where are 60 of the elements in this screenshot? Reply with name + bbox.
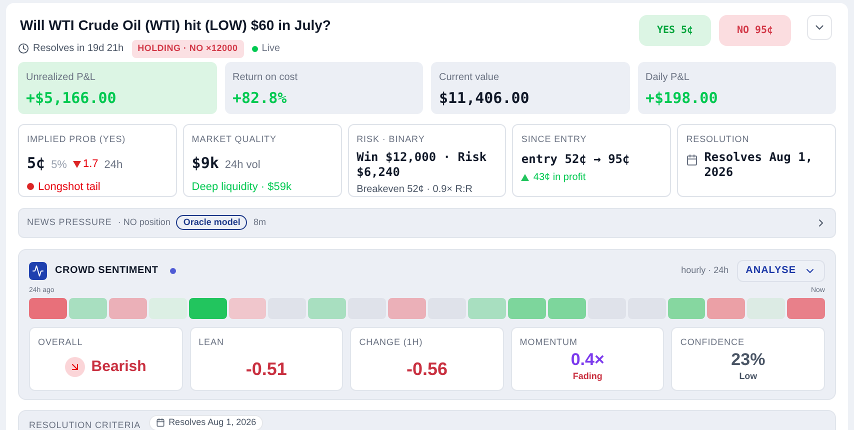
entry-value: entry 52¢ → 95¢ [521,151,631,168]
card-label: RISK · BINARY [356,132,426,146]
live-label: Live [262,42,280,56]
resolution-date: Resolves Aug 1, 2026 [704,150,814,180]
metric-label: OVERALL [38,336,84,349]
risk-value: Win $12,000 · Risk $6,240 [356,150,488,180]
metric-sub: Fading [572,370,602,383]
volume-value: $9k [192,153,219,174]
date-chip: Resolves Aug 1, 2026 [148,415,264,430]
stat-label: Current value [439,70,500,84]
section-label: NEWS PRESSURE [27,216,112,229]
volume-label: 24h vol [224,158,260,173]
calendar-icon [156,418,165,428]
range-text: hourly · 24h [681,264,729,277]
stat-label: Daily P&L [646,70,690,84]
model-badge: Oracle model [176,214,248,230]
change-value: 1.7 [72,156,98,173]
stat-value: +82.8% [232,88,288,108]
note-text: Longshot tail [38,180,100,194]
note-text: Breakeven 52¢ · 0.9× R:R [356,183,474,197]
note-text: Deep liquidity · $59k [192,180,292,194]
stat-value: $11,406.00 [439,88,530,108]
card-label: MARKET QUALITY [192,132,278,146]
price-value: 5¢ [27,153,46,174]
position-text: · NO position [118,216,170,229]
down-triangle-icon [72,161,81,168]
stat-value: +$198.00 [646,88,719,108]
clock-icon [18,43,29,54]
metric-value: -0.51 [244,358,288,380]
calendar-icon [686,154,698,166]
card-label: SINCE ENTRY [521,132,588,146]
metric-label: MOMENTUM [520,336,578,349]
metric-label: CONFIDENCE [680,336,746,349]
percent-value: 5% [51,158,67,173]
metric-label: LEAN [198,336,225,349]
metric-value: -0.56 [405,358,448,380]
analyse-button[interactable]: ANALYSE [736,260,825,282]
metric-value: 0.4× [570,350,604,370]
stat-label: Unrealized P&L [26,70,96,84]
buy-no-button[interactable]: NO 95¢ [719,15,791,46]
news-pressure-bar[interactable]: NEWS PRESSURE · NO position Oracle model 8m [18,208,836,238]
dropdown-button[interactable] [807,15,832,40]
metric-value: Bearish [91,356,146,376]
card-label: IMPLIED PROB (YES) [27,132,127,146]
note-text: 43¢ in profit [533,171,586,185]
metric-sub: Low [739,370,758,382]
activity-icon [29,262,47,280]
metric-label: CHANGE (1H) [359,336,424,349]
resolves-in-text: Resolves in 19d 21h [33,42,124,56]
market-title: Will WTI Crude Oil (WTI) hit (LOW) $60 in July? [19,16,331,35]
period-label: 24h [104,158,123,173]
stat-label: Return on cost [232,70,299,84]
section-label: RESOLUTION CRITERIA [29,419,141,430]
card-label: RESOLUTION [686,132,750,146]
panel-title: CROWD SENTIMENT [55,264,158,278]
metric-value: 23% [731,350,766,370]
up-triangle-icon [521,174,530,181]
holding-badge: HOLDING · NO ×12000 [132,40,244,58]
stat-value: +$5,166.00 [26,88,118,108]
age-text: 8m [253,216,266,229]
